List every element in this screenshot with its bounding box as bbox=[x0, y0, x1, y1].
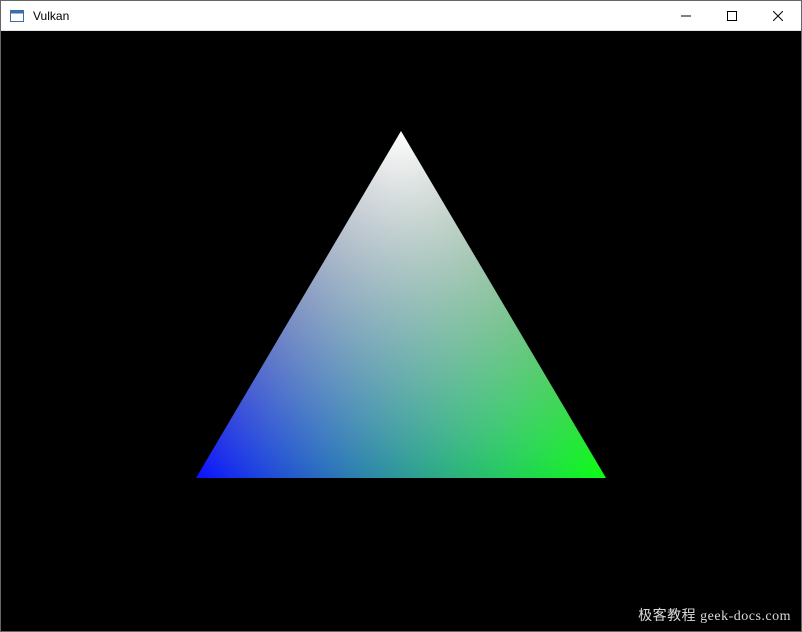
maximize-icon bbox=[727, 11, 737, 21]
close-icon bbox=[773, 11, 783, 21]
window-controls bbox=[663, 1, 801, 30]
maximize-button[interactable] bbox=[709, 1, 755, 30]
app-window: Vulkan bbox=[0, 0, 802, 632]
close-button[interactable] bbox=[755, 1, 801, 30]
minimize-icon bbox=[681, 11, 691, 21]
rendered-triangle bbox=[1, 31, 801, 631]
render-viewport: 极客教程 geek-docs.com bbox=[1, 31, 801, 631]
minimize-button[interactable] bbox=[663, 1, 709, 30]
window-title: Vulkan bbox=[31, 9, 663, 23]
app-window-icon bbox=[9, 8, 25, 24]
titlebar[interactable]: Vulkan bbox=[1, 1, 801, 31]
